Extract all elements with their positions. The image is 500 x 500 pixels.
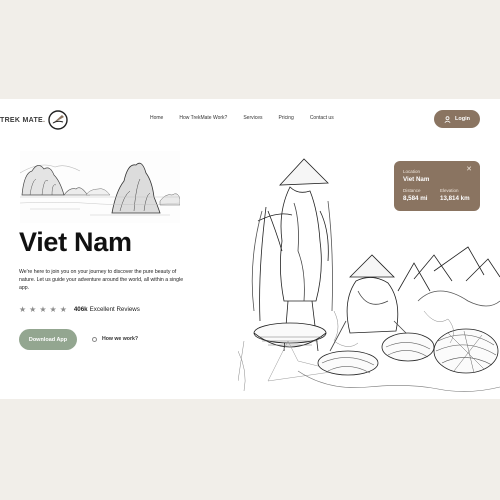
- nav-item-how-it-works[interactable]: How TrekMate Work?: [179, 115, 227, 121]
- star-icon: ★: [39, 305, 47, 314]
- landing-page: TREK MATE. Home How TrekMate Work? Servi…: [0, 99, 500, 399]
- star-icon: ★: [49, 305, 57, 314]
- radio-circle-icon: [92, 336, 97, 342]
- ha-long-bay-sketch: [20, 151, 180, 223]
- location-label: Location: [403, 169, 421, 174]
- review-rating: ★ ★ ★ ★ ★ 406k Excellent Reviews: [19, 305, 140, 314]
- elevation-value: 13,814 km: [440, 195, 470, 202]
- nav-item-pricing[interactable]: Pricing: [279, 115, 294, 121]
- location-info-card: Location Viet Nam ✕ Distance 8,584 mi El…: [394, 161, 480, 211]
- review-count: 406k: [73, 306, 88, 313]
- hero-title: Viet Nam: [19, 227, 132, 257]
- download-app-button[interactable]: Download App: [19, 329, 77, 350]
- hero-description: We're here to join you on your journey t…: [19, 269, 184, 291]
- main-nav: Home How TrekMate Work? Services Pricing…: [150, 115, 350, 121]
- star-icon: ★: [29, 305, 37, 314]
- brand-name: TREK MATE.: [0, 116, 46, 124]
- review-label: Excellent Reviews: [89, 306, 140, 313]
- brand-logo[interactable]: TREK MATE.: [0, 109, 69, 131]
- distance-value: 8,584 mi: [403, 195, 428, 202]
- how-we-work-label: How we work?: [102, 336, 139, 342]
- how-we-work-link[interactable]: How we work?: [92, 336, 138, 342]
- distance-label: Distance: [403, 188, 421, 193]
- nav-item-services[interactable]: Services: [243, 115, 262, 121]
- star-icon: ★: [19, 305, 27, 314]
- login-button[interactable]: Login: [434, 110, 480, 128]
- nav-item-contact[interactable]: Contact us: [310, 115, 334, 121]
- compass-logo-icon: [48, 110, 68, 130]
- elevation-label: Elevation: [440, 188, 459, 193]
- close-icon[interactable]: ✕: [466, 166, 472, 173]
- star-icon: ★: [59, 305, 67, 314]
- nav-item-home[interactable]: Home: [150, 115, 163, 121]
- location-value: Viet Nam: [403, 176, 430, 183]
- user-icon: [444, 115, 451, 123]
- login-label: Login: [455, 116, 470, 122]
